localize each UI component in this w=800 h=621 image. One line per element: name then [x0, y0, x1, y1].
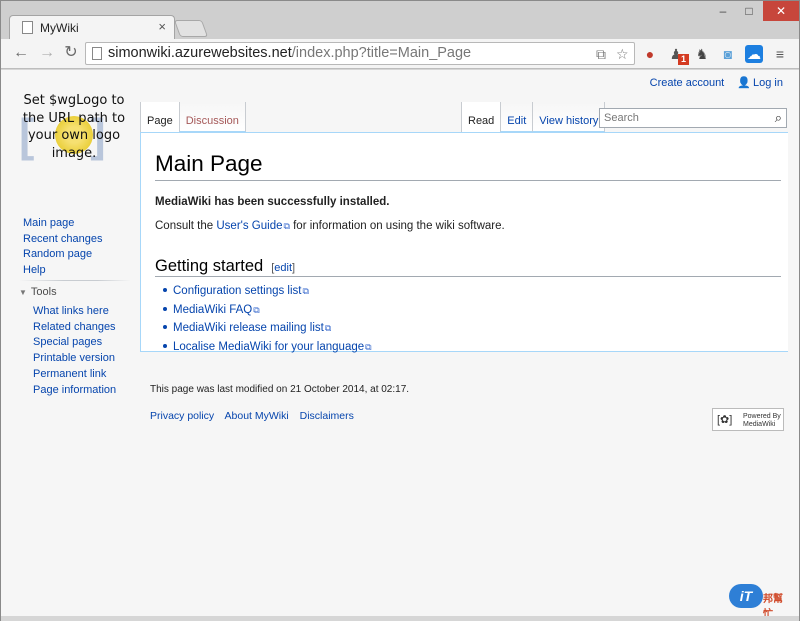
- list-item: Configuration settings list⧉: [161, 282, 372, 301]
- page-icon: [22, 21, 33, 34]
- extension-camera-icon[interactable]: ◙: [719, 45, 737, 63]
- last-modified-text: This page was last modified on 21 Octobe…: [150, 384, 410, 395]
- tab-read[interactable]: Read: [461, 102, 501, 132]
- translate-icon[interactable]: ⧉: [596, 46, 606, 63]
- sidebar-item-random-page[interactable]: Random page: [23, 247, 103, 263]
- mailing-list-link[interactable]: MediaWiki release mailing list: [173, 322, 324, 334]
- section-heading: Getting started [edit]: [155, 257, 296, 275]
- tools-item-special-pages[interactable]: Special pages: [33, 335, 116, 351]
- maximize-button[interactable]: □: [737, 1, 761, 21]
- page-title: Main Page: [155, 151, 263, 176]
- section-divider: [155, 276, 781, 277]
- back-icon[interactable]: ←: [11, 43, 31, 63]
- view-tabs: Read Edit View history: [461, 102, 606, 132]
- sidebar-navigation: Main page Recent changes Random page Hel…: [23, 216, 103, 278]
- reload-icon[interactable]: ↻: [61, 43, 81, 63]
- tab-close-icon[interactable]: ×: [158, 19, 166, 34]
- tools-item-related-changes[interactable]: Related changes: [33, 320, 116, 336]
- list-item: Localise MediaWiki for your language⧉: [161, 338, 372, 357]
- ithome-watermark: iT 邦幫忙: [729, 584, 791, 616]
- tab-page[interactable]: Page: [140, 102, 179, 132]
- browser-window: MyWiki × – □ ✕ ← → ↻ simonwiki.azurewebs…: [0, 0, 800, 621]
- search-input[interactable]: Search ⌕: [599, 108, 787, 128]
- user-icon: 👤: [737, 77, 752, 89]
- localise-link[interactable]: Localise MediaWiki for your language: [173, 341, 364, 353]
- footer-links: Privacy policy About MyWiki Disclaimers: [150, 410, 362, 422]
- tab-discussion[interactable]: Discussion: [178, 102, 246, 132]
- tab-view-history[interactable]: View history: [532, 102, 606, 132]
- logo-text: Set $wgLogo to the URL path to your own …: [22, 93, 126, 161]
- privacy-policy-link[interactable]: Privacy policy: [150, 410, 214, 422]
- star-icon[interactable]: ☆: [616, 46, 629, 63]
- title-divider: [155, 180, 781, 181]
- page-viewport: Create account 👤Log in [] Set $wgLogo to…: [1, 70, 799, 616]
- about-link[interactable]: About MyWiki: [225, 410, 289, 422]
- powered-by-text: Powered By MediaWiki: [743, 413, 781, 428]
- create-account-link[interactable]: Create account: [650, 77, 725, 89]
- extension-cloud-icon[interactable]: ☁: [745, 45, 763, 63]
- sidebar-item-main-page[interactable]: Main page: [23, 216, 103, 232]
- browser-toolbar: ← → ↻ simonwiki.azurewebsites.net/index.…: [1, 39, 799, 69]
- window-bottom-border: [1, 616, 799, 621]
- new-tab-button[interactable]: [173, 20, 209, 37]
- tab-title: MyWiki: [40, 21, 79, 35]
- tools-item-permanent-link[interactable]: Permanent link: [33, 367, 116, 383]
- external-link-icon: ⧉: [302, 286, 309, 296]
- configuration-settings-link[interactable]: Configuration settings list: [173, 285, 301, 297]
- site-logo[interactable]: [] Set $wgLogo to the URL path to your o…: [17, 92, 131, 182]
- tools-navigation: What links here Related changes Special …: [33, 304, 116, 398]
- personal-tools: Create account 👤 Log in: [650, 76, 783, 89]
- guide-paragraph: Consult the User's Guide⧉ for informatio…: [155, 220, 505, 232]
- tab-edit[interactable]: Edit: [500, 102, 533, 132]
- url-text[interactable]: simonwiki.azurewebsites.net/index.php?ti…: [108, 45, 471, 61]
- sidebar-item-recent-changes[interactable]: Recent changes: [23, 232, 103, 248]
- collapse-triangle-icon: ▼: [19, 288, 27, 297]
- mediawiki-faq-link[interactable]: MediaWiki FAQ: [173, 304, 252, 316]
- sidebar-item-help[interactable]: Help: [23, 263, 103, 279]
- notification-badge: 1: [678, 54, 689, 65]
- browser-tab[interactable]: MyWiki ×: [9, 15, 175, 39]
- forward-icon[interactable]: →: [37, 43, 57, 63]
- tools-item-page-information[interactable]: Page information: [33, 383, 116, 399]
- users-guide-link[interactable]: User's Guide: [216, 220, 282, 232]
- external-link-icon: ⧉: [253, 304, 260, 315]
- disclaimers-link[interactable]: Disclaimers: [300, 410, 354, 422]
- external-link-icon: ⧉: [365, 341, 372, 352]
- list-item: MediaWiki FAQ⧉: [161, 301, 372, 320]
- list-item: MediaWiki release mailing list⧉: [161, 319, 372, 338]
- mediawiki-icon: [✿]: [717, 414, 733, 426]
- sidebar-divider: [19, 280, 131, 281]
- address-bar[interactable]: simonwiki.azurewebsites.net/index.php?ti…: [85, 42, 635, 65]
- tools-heading[interactable]: ▼ Tools: [19, 286, 57, 298]
- edit-section: [edit]: [271, 262, 296, 274]
- menu-icon[interactable]: ≡: [771, 45, 789, 63]
- extension-elephant-icon[interactable]: ♞: [693, 45, 711, 63]
- edit-section-link[interactable]: edit: [274, 262, 292, 274]
- tab-strip: MyWiki × – □ ✕: [1, 1, 799, 39]
- log-in-link[interactable]: Log in: [753, 77, 783, 89]
- extension-pin-icon[interactable]: ●: [641, 45, 659, 63]
- search-placeholder: Search: [604, 112, 639, 124]
- content-area: Main Page MediaWiki has been successfull…: [140, 132, 788, 353]
- page-icon: [92, 47, 102, 60]
- tools-item-printable-version[interactable]: Printable version: [33, 351, 116, 367]
- external-link-icon: ⧉: [324, 323, 332, 334]
- install-message: MediaWiki has been successfully installe…: [155, 196, 390, 208]
- search-icon[interactable]: ⌕: [775, 110, 782, 126]
- minimize-button[interactable]: –: [711, 1, 735, 21]
- namespace-tabs: Page Discussion: [140, 102, 246, 132]
- powered-by-mediawiki-badge[interactable]: [✿] Powered By MediaWiki: [712, 408, 784, 431]
- close-window-button[interactable]: ✕: [763, 1, 799, 21]
- getting-started-list: Configuration settings list⧉ MediaWiki F…: [161, 282, 372, 356]
- tools-item-what-links-here[interactable]: What links here: [33, 304, 116, 320]
